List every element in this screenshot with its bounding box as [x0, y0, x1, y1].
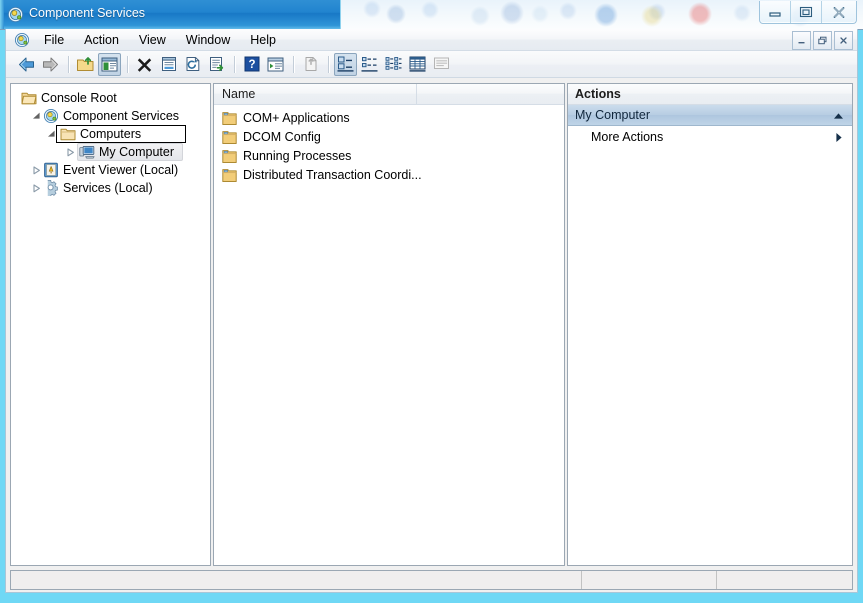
mdi-restore-button[interactable]	[813, 31, 832, 50]
component-services-icon	[7, 6, 24, 23]
tree-item-my-computer[interactable]: My Computer	[11, 143, 210, 161]
titlebar-edge-highlight	[0, 0, 4, 29]
actions-group-label: My Computer	[575, 108, 651, 122]
list-items: COM+ Applications DCOM Config Running Pr…	[214, 105, 564, 185]
folder-icon	[222, 130, 238, 145]
list-item-label: COM+ Applications	[243, 111, 350, 125]
list-item-dcom-config[interactable]: DCOM Config	[214, 128, 564, 147]
window-titlebar[interactable]: Component Services	[0, 0, 341, 29]
large-icons-view-button[interactable]	[334, 52, 357, 76]
folder-icon	[222, 168, 238, 183]
up-one-level-button[interactable]	[74, 53, 97, 76]
status-bar-message	[11, 571, 582, 589]
window-title: Component Services	[29, 6, 146, 20]
tree-item-console-root[interactable]: Console Root	[11, 89, 210, 107]
component-services-icon	[43, 108, 59, 124]
list-column-headers: Name	[214, 84, 564, 105]
refresh-button[interactable]	[181, 53, 204, 76]
list-item-running-processes[interactable]: Running Processes	[214, 147, 564, 166]
list-item-label: DCOM Config	[243, 130, 321, 144]
actions-group-my-computer[interactable]: My Computer	[568, 105, 852, 126]
close-button[interactable]	[821, 1, 856, 23]
services-icon	[43, 179, 59, 198]
tree-item-event-viewer[interactable]: Event Viewer (Local)	[11, 161, 210, 179]
maximize-button[interactable]	[790, 1, 821, 23]
panes-container: Console Root Component Services Computer…	[6, 78, 857, 592]
console-icon	[14, 32, 30, 48]
delete-button[interactable]	[133, 53, 156, 76]
tree-item-label: Event Viewer (Local)	[63, 163, 179, 177]
mdi-client-area: File Action View Window Help ? Console R…	[5, 29, 858, 593]
action-item-label: More Actions	[591, 130, 664, 144]
list-item-label: Running Processes	[243, 149, 352, 163]
help-button[interactable]: ?	[240, 53, 263, 76]
tree-item-component-services[interactable]: Component Services	[11, 107, 210, 125]
export-list-button[interactable]	[205, 53, 228, 76]
menu-view[interactable]: View	[129, 31, 176, 49]
tree-item-label: Component Services	[63, 109, 180, 123]
status-bar	[10, 570, 853, 590]
console-tree: Console Root Component Services Computer…	[11, 84, 210, 198]
expander-collapsed-icon[interactable]	[63, 143, 77, 161]
folder-icon	[222, 111, 238, 126]
svg-text:?: ?	[248, 59, 255, 71]
menu-bar: File Action View Window Help	[6, 29, 857, 51]
expander-expanded-icon[interactable]	[29, 107, 43, 125]
tree-item-computers[interactable]: Computers	[11, 125, 210, 143]
event-viewer-icon	[43, 162, 59, 178]
new-window-button[interactable]	[299, 53, 322, 76]
show-hide-console-tree-button[interactable]	[98, 52, 121, 76]
expander-collapsed-icon[interactable]	[29, 179, 43, 197]
folder-open-icon	[21, 90, 37, 106]
back-button[interactable]	[15, 53, 38, 76]
toolbar-separator-3	[234, 55, 235, 73]
menu-items: File Action View Window Help	[34, 29, 286, 51]
menu-file[interactable]: File	[34, 31, 74, 49]
tree-item-label: Computers	[80, 127, 142, 141]
menu-window[interactable]: Window	[176, 31, 240, 49]
properties-button[interactable]	[157, 53, 180, 76]
menu-help[interactable]: Help	[240, 31, 286, 49]
toolbar-separator-5	[328, 55, 329, 73]
toolbar: ?	[6, 51, 857, 78]
toolbar-separator-2	[127, 55, 128, 73]
column-header-name[interactable]: Name	[214, 84, 417, 104]
folder-icon	[60, 126, 76, 142]
list-item-distributed-transaction-coordinator[interactable]: Distributed Transaction Coordi...	[214, 166, 564, 185]
show-hide-action-pane-button[interactable]	[264, 53, 287, 76]
toolbar-separator-1	[68, 55, 69, 73]
report-view-button[interactable]	[430, 53, 453, 76]
list-view-button[interactable]	[382, 53, 405, 76]
mdi-close-button[interactable]	[834, 31, 853, 50]
tree-item-label: Services (Local)	[63, 181, 153, 195]
list-item-label: Distributed Transaction Coordi...	[243, 168, 422, 182]
column-header-blank[interactable]	[417, 84, 564, 104]
chevron-right-icon[interactable]	[835, 126, 843, 148]
window-caption-buttons	[759, 1, 857, 24]
actions-pane-title: Actions	[568, 84, 852, 105]
tree-item-label: My Computer	[99, 145, 175, 159]
forward-button[interactable]	[39, 53, 62, 76]
expander-collapsed-icon[interactable]	[29, 161, 43, 179]
small-icons-view-button[interactable]	[358, 53, 381, 76]
detail-view-button[interactable]	[406, 53, 429, 76]
tree-item-services[interactable]: Services (Local)	[11, 179, 210, 198]
toolbar-separator-4	[293, 55, 294, 73]
actions-pane: Actions My Computer More Actions	[567, 83, 853, 566]
console-tree-pane: Console Root Component Services Computer…	[10, 83, 211, 566]
chevron-up-icon[interactable]	[833, 105, 844, 126]
list-item-com-applications[interactable]: COM+ Applications	[214, 109, 564, 128]
minimize-button[interactable]	[760, 1, 790, 23]
menu-action[interactable]: Action	[74, 31, 129, 49]
application-window: Component Services File Action View Wind…	[0, 0, 863, 603]
status-bar-cell-3	[717, 571, 852, 589]
my-computer-icon	[79, 144, 95, 160]
action-item-more-actions[interactable]: More Actions	[568, 126, 852, 148]
folder-icon	[222, 149, 238, 164]
tree-item-label: Console Root	[41, 91, 117, 105]
status-bar-cell-2	[582, 571, 717, 589]
mdi-minimize-button[interactable]	[792, 31, 811, 50]
list-pane: Name COM+ Applications DCOM Config Runni…	[213, 83, 565, 566]
mdi-caption-buttons	[792, 31, 853, 50]
